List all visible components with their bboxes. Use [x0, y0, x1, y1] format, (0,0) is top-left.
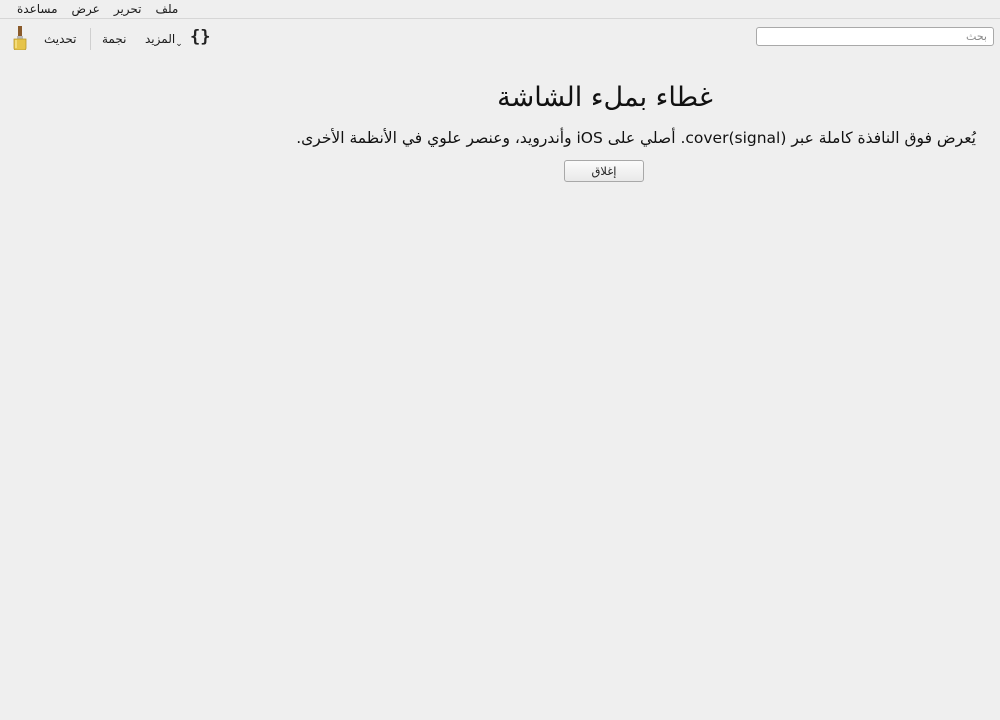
more-label: المزيد — [145, 32, 176, 46]
star-button[interactable]: نجمة — [102, 31, 126, 47]
menu-file[interactable]: ملف — [149, 1, 186, 17]
menu-bar: ملف تحرير عرض مساعدة — [0, 0, 1000, 19]
refresh-button[interactable]: تحديث — [44, 31, 77, 47]
menu-view[interactable]: عرض — [65, 1, 107, 17]
menu-edit[interactable]: تحرير — [107, 1, 149, 17]
menu-help[interactable]: مساعدة — [10, 1, 65, 17]
menu-items: ملف تحرير عرض مساعدة — [10, 1, 185, 17]
page-description: يُعرض فوق النافذة كاملة عبر cover(signal… — [296, 129, 976, 147]
page-title: غطاء بملء الشاشة — [497, 82, 713, 113]
toolbar-separator — [90, 28, 91, 50]
close-button[interactable]: إغلاق — [564, 160, 644, 182]
toolbar: تحديث نجمة المزيد⌄ {} — [0, 19, 1000, 57]
search-input[interactable] — [756, 27, 994, 46]
more-button[interactable]: المزيد⌄ — [145, 31, 184, 52]
paintbrush-icon[interactable] — [12, 26, 28, 51]
paintbrush-icon-svg — [13, 26, 27, 51]
chevron-down-icon: ⌄ — [175, 39, 183, 49]
braces-icon[interactable]: {} — [190, 27, 210, 47]
